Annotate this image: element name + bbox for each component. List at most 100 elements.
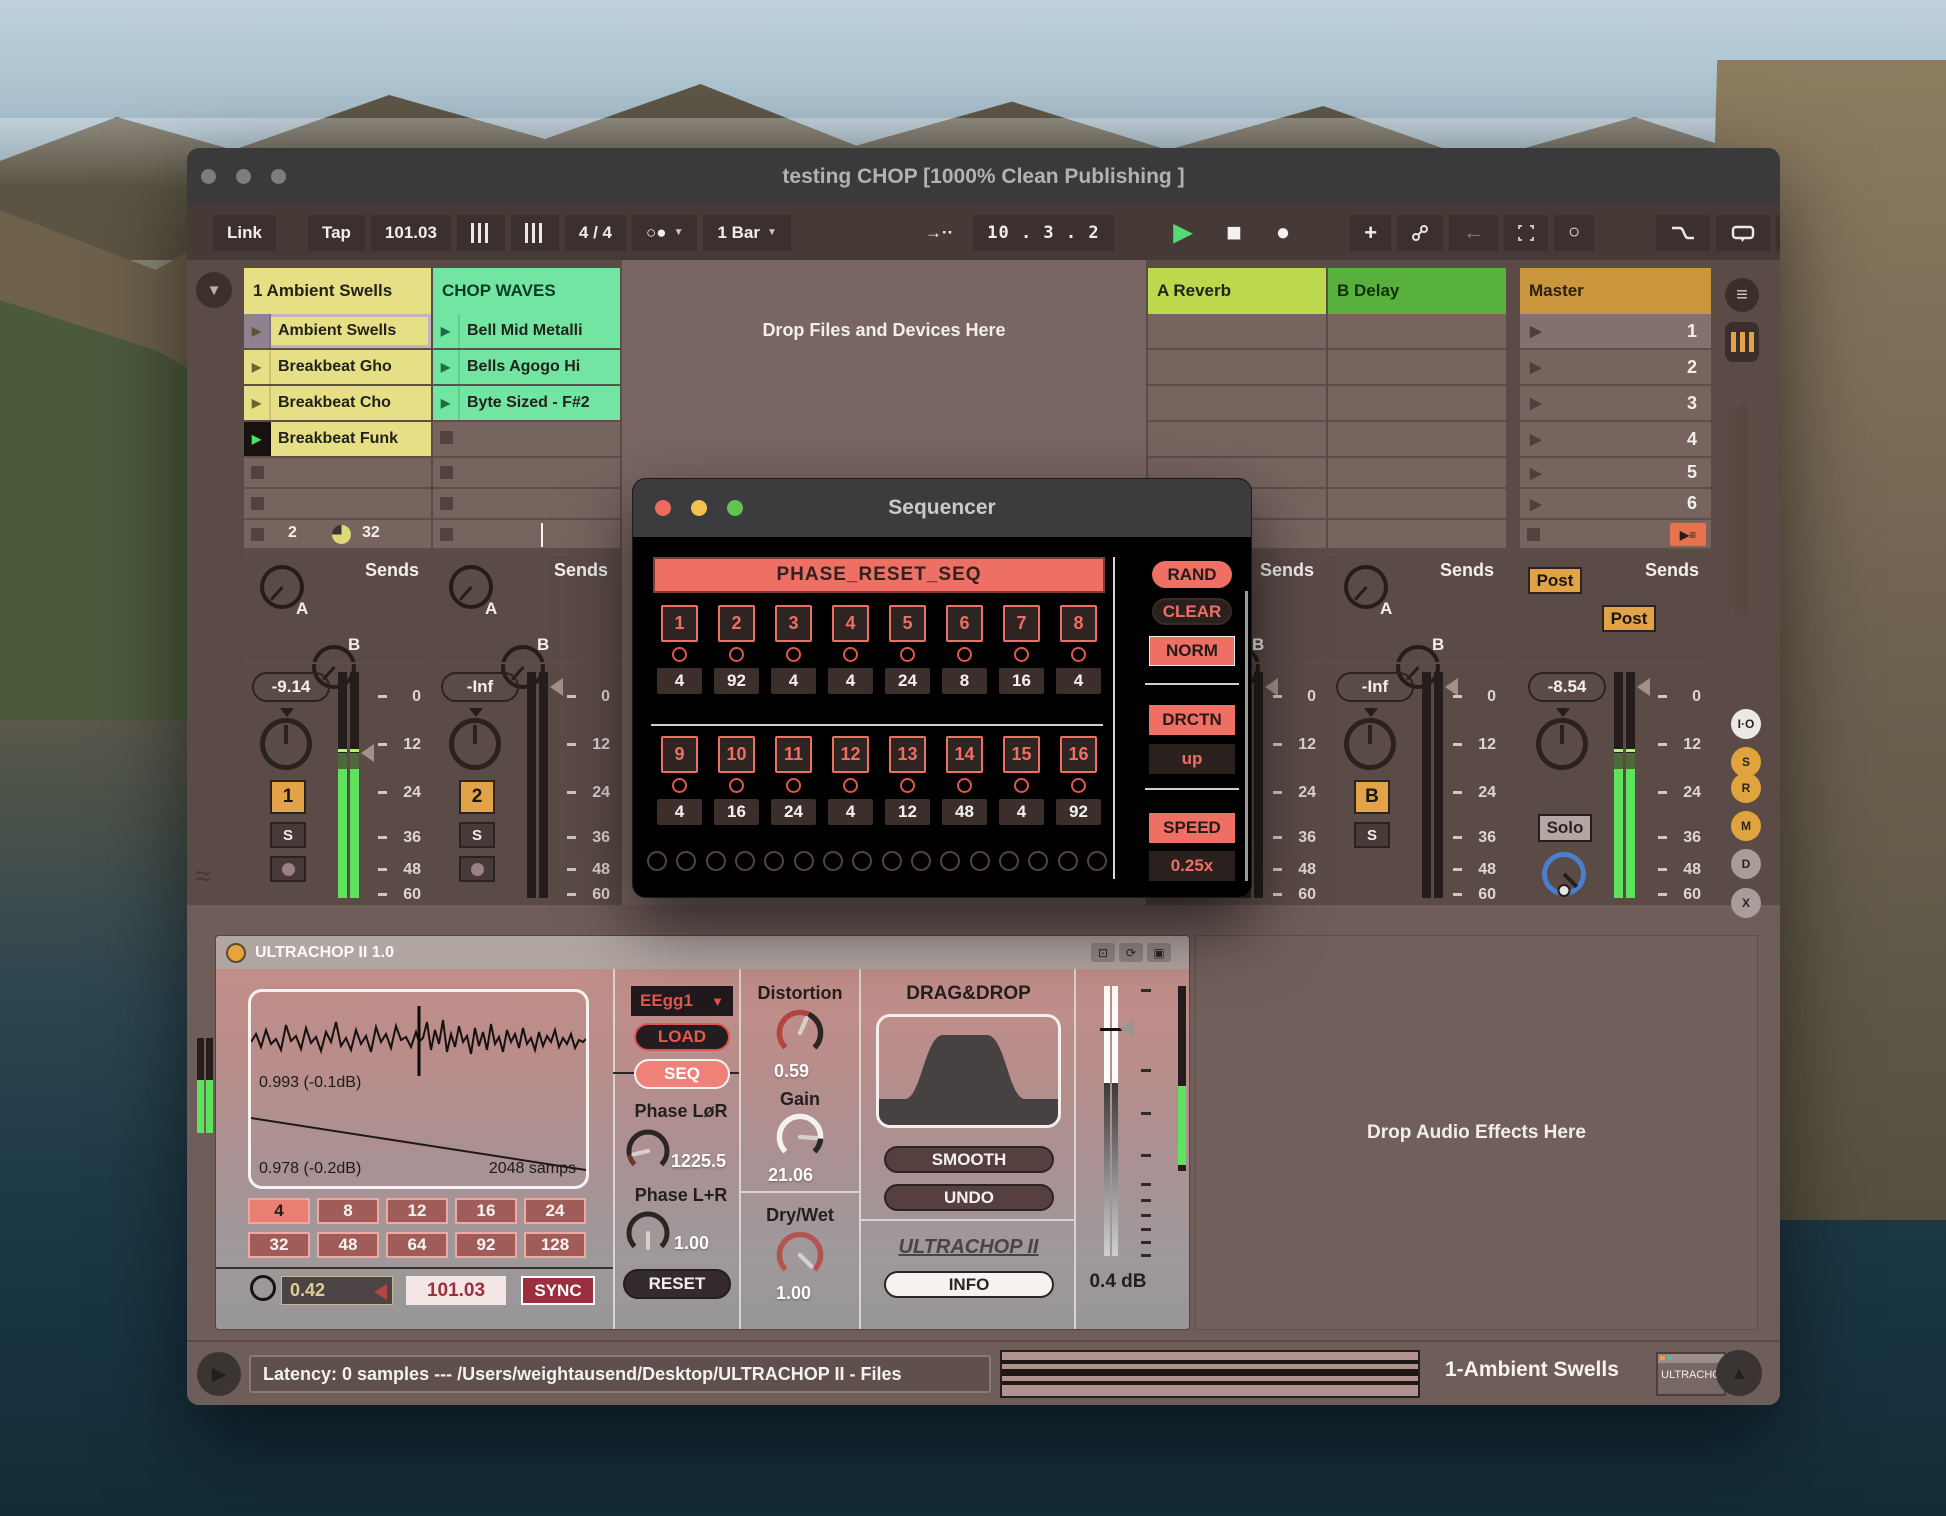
nudge-up-button[interactable] (511, 215, 559, 251)
session-scrollbar[interactable] (1735, 405, 1749, 617)
step-value[interactable]: 92 (714, 668, 759, 694)
step-number[interactable]: 11 (775, 736, 812, 773)
fold-scenes-button[interactable]: ▼ (196, 272, 232, 308)
normalize-button[interactable]: NORM (1149, 636, 1235, 666)
seq-step-14[interactable]: 14 48 (936, 736, 993, 825)
clip-slot[interactable]: ▶Byte Sized - F#2 (433, 386, 620, 422)
step-value[interactable]: 92 (1056, 799, 1101, 825)
arm-button[interactable] (270, 856, 306, 882)
step-value[interactable]: 48 (942, 799, 987, 825)
punch-region-button[interactable] (1504, 215, 1548, 251)
step-value[interactable]: 4 (771, 668, 816, 694)
solo-button[interactable]: S (459, 822, 495, 848)
empty-clip-slot[interactable] (244, 489, 431, 520)
clear-button[interactable]: CLEAR (1152, 598, 1232, 625)
session-record-button[interactable] (1397, 215, 1443, 251)
step-number[interactable]: 12 (832, 736, 869, 773)
scene-6[interactable]: ▶6 (1520, 489, 1711, 520)
clip-play-icon[interactable]: ▶ (244, 314, 271, 348)
loop-switch-button[interactable]: ○ (1554, 215, 1594, 251)
pan-knob[interactable] (449, 718, 501, 770)
phase-lpr-knob[interactable] (624, 1209, 672, 1257)
step-number[interactable]: 9 (661, 736, 698, 773)
output-fader-track-2[interactable] (1112, 986, 1118, 1256)
scene-play-icon[interactable]: ▶ (1530, 358, 1542, 376)
step-number[interactable]: 10 (718, 736, 755, 773)
punch-in-button[interactable] (1656, 215, 1710, 251)
solo-button[interactable]: S (1354, 822, 1390, 848)
back-to-arrangement-button[interactable]: ← (1449, 215, 1498, 251)
device-activator-button[interactable] (226, 943, 246, 963)
step-value[interactable]: 4 (657, 799, 702, 825)
empty-clip-slot[interactable] (433, 458, 620, 489)
rate-field[interactable]: 0.42 (281, 1276, 393, 1305)
empty-clip-slot[interactable] (433, 489, 620, 520)
clip-play-icon[interactable]: ▶ (433, 350, 460, 384)
io-section-button[interactable]: I·O (1731, 709, 1761, 739)
save-preset-icon[interactable]: ▣ (1147, 943, 1171, 962)
chop-92-button[interactable]: 92 (455, 1232, 517, 1258)
metronome-button[interactable]: ○●▼ (632, 215, 697, 251)
stop-all-clips-button[interactable] (1527, 528, 1540, 541)
volume-marker-icon[interactable] (1637, 678, 1650, 696)
direction-value[interactable]: up (1149, 744, 1235, 774)
step-led[interactable] (900, 647, 915, 662)
scene-1[interactable]: ▶1 (1520, 314, 1711, 350)
clip-slot[interactable]: ▶Breakbeat Gho (244, 350, 431, 386)
step-value[interactable]: 24 (885, 668, 930, 694)
step-led[interactable] (1014, 778, 1029, 793)
follow-button[interactable]: →·· (911, 215, 967, 251)
clip-slot[interactable]: ▶Breakbeat Cho (244, 386, 431, 422)
stop-clips-icon[interactable] (440, 528, 453, 541)
close-window-button[interactable] (201, 169, 216, 184)
step-led[interactable] (672, 647, 687, 662)
drywet-knob[interactable] (774, 1229, 826, 1281)
fader-handle[interactable] (1120, 1020, 1134, 1038)
clip-play-icon[interactable]: ▶ (244, 386, 271, 420)
scene-play-icon[interactable]: ▶ (1530, 394, 1542, 412)
return-b-header[interactable]: B Delay (1328, 268, 1506, 314)
return-a-header[interactable]: A Reverb (1148, 268, 1326, 314)
clip-play-icon[interactable]: ▶ (244, 350, 271, 384)
step-value[interactable]: 4 (1056, 668, 1101, 694)
gain-knob[interactable] (774, 1111, 826, 1163)
seq-step-2[interactable]: 292 (708, 605, 765, 694)
seq-step-11[interactable]: 1124 (765, 736, 822, 825)
chop-4-button[interactable]: 4 (248, 1198, 310, 1224)
track-activator-button[interactable]: 1 (270, 780, 306, 814)
arm-button[interactable] (459, 856, 495, 882)
chop-128-button[interactable]: 128 (524, 1232, 586, 1258)
pan-knob[interactable] (260, 718, 312, 770)
phase-lor-value[interactable]: 1225.5 (671, 1151, 726, 1172)
envelope-shape-display[interactable] (876, 1014, 1061, 1128)
punch-out-button[interactable] (1776, 215, 1780, 251)
empty-clip-slot[interactable] (244, 458, 431, 489)
clip-playing-icon[interactable]: ▶ (244, 422, 271, 456)
seq-step-6[interactable]: 68 (936, 605, 993, 694)
volume-field[interactable]: -9.14 (252, 672, 330, 702)
cue-volume-knob[interactable] (1542, 852, 1586, 896)
step-value[interactable]: 4 (999, 799, 1044, 825)
scene-play-icon[interactable]: ▶ (1530, 322, 1542, 340)
preset-menu[interactable]: EEgg1▼ (631, 986, 733, 1016)
mixer-section-button[interactable]: M (1731, 811, 1761, 841)
step-led[interactable] (729, 647, 744, 662)
clip-slot[interactable]: ▶Bell Mid Metalli (433, 314, 620, 350)
device-title-bar[interactable]: ULTRACHOP II 1.0 ⊡ ⟳ ▣ (216, 936, 1189, 969)
step-value[interactable]: 4 (657, 668, 702, 694)
clip-slot-playing[interactable]: ▶Breakbeat Funk (244, 422, 431, 458)
master-solo-button[interactable]: Solo (1538, 814, 1592, 842)
drywet-value[interactable]: 1.00 (776, 1283, 811, 1304)
step-led[interactable] (786, 778, 801, 793)
record-button[interactable]: ● (1262, 215, 1305, 251)
unfold-device-icon[interactable]: ⊡ (1091, 943, 1115, 962)
scene-play-icon[interactable]: ▶ (1530, 430, 1542, 448)
step-number[interactable]: 14 (946, 736, 983, 773)
post-b-button[interactable]: Post (1602, 605, 1656, 632)
chop-32-button[interactable]: 32 (248, 1232, 310, 1258)
step-number[interactable]: 4 (832, 605, 869, 642)
chop-48-button[interactable]: 48 (317, 1232, 379, 1258)
chop-8-button[interactable]: 8 (317, 1198, 379, 1224)
scene-3[interactable]: ▶3 (1520, 386, 1711, 422)
window-titlebar[interactable]: testing CHOP [1000% Clean Publishing ] (187, 148, 1780, 205)
